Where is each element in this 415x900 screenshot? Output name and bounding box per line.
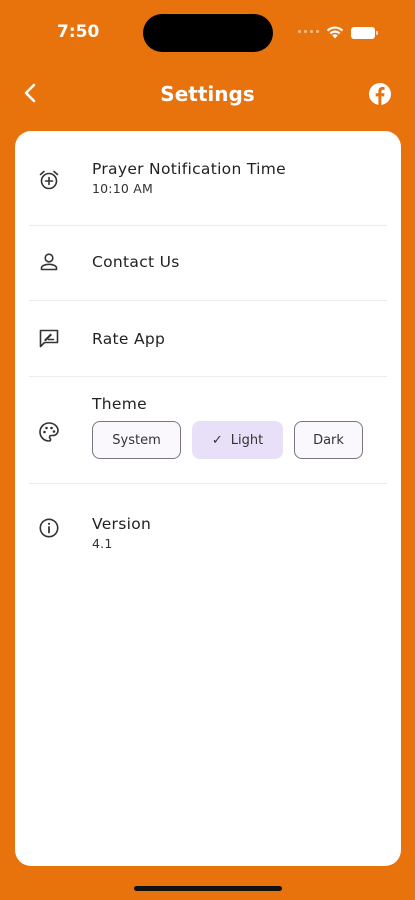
person-icon — [40, 253, 58, 271]
theme-system-label: System — [112, 432, 161, 448]
cellular-signal-icon — [298, 30, 319, 33]
wifi-icon — [326, 26, 344, 39]
contact-us-row[interactable]: Contact Us — [29, 226, 387, 301]
theme-row: Theme System ✓ Light Dark — [29, 377, 387, 484]
palette-icon — [39, 422, 59, 442]
version-value: 4.1 — [92, 536, 113, 551]
page-title: Settings — [160, 82, 255, 106]
status-bar: 7:50 — [0, 0, 415, 60]
version-row: Version 4.1 — [29, 484, 387, 564]
dynamic-island — [143, 14, 273, 52]
theme-dark-label: Dark — [313, 432, 344, 448]
info-icon — [39, 518, 59, 538]
contact-us-label: Contact Us — [92, 253, 180, 271]
theme-dark-button[interactable]: Dark — [294, 421, 363, 459]
prayer-notification-time-value: 10:10 AM — [92, 181, 153, 196]
theme-segmented-control: System ✓ Light Dark — [92, 421, 363, 459]
rate-app-row[interactable]: Rate App — [29, 301, 387, 377]
settings-card: Prayer Notification Time 10:10 AM Contac… — [15, 131, 401, 866]
alarm-add-icon — [39, 170, 59, 190]
theme-light-button[interactable]: ✓ Light — [192, 421, 283, 459]
rate-app-label: Rate App — [92, 330, 166, 348]
battery-icon — [351, 27, 378, 39]
status-time: 7:50 — [57, 22, 100, 42]
rate-review-icon — [39, 329, 59, 348]
home-indicator[interactable] — [134, 886, 282, 891]
prayer-notification-time-label: Prayer Notification Time — [92, 160, 286, 178]
check-icon: ✓ — [211, 432, 223, 448]
version-label: Version — [92, 515, 152, 533]
theme-label: Theme — [92, 395, 147, 413]
theme-light-label: Light — [230, 432, 264, 448]
theme-system-button[interactable]: System — [92, 421, 181, 459]
prayer-notification-time-row[interactable]: Prayer Notification Time 10:10 AM — [29, 131, 387, 226]
facebook-icon[interactable] — [368, 82, 392, 106]
